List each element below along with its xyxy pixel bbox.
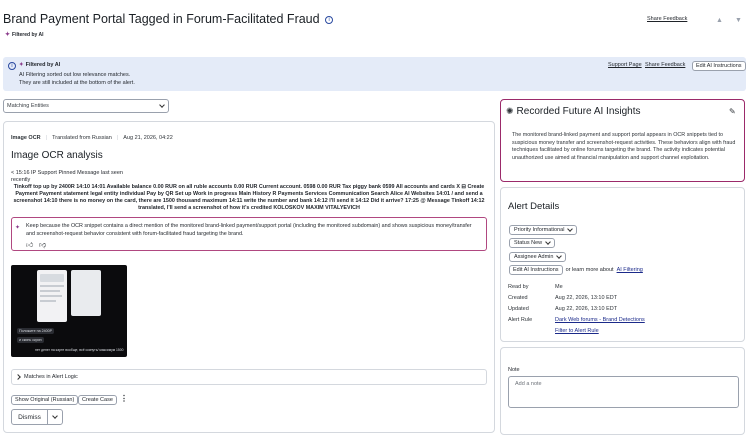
- ocr-title: Image OCR analysis: [11, 150, 103, 161]
- matches-alert-logic[interactable]: Matches in Alert Logic: [11, 369, 487, 385]
- ai-insights-title: Recorded Future AI Insights: [516, 106, 641, 117]
- note-input[interactable]: Add a note: [508, 376, 739, 408]
- ai-insights-header: ✺ Recorded Future AI Insights: [506, 106, 641, 117]
- status-dropdown[interactable]: Status New: [509, 238, 556, 248]
- matching-entities-select[interactable]: Matching Entities: [3, 99, 169, 113]
- info-circle-icon: i: [8, 62, 16, 70]
- keep-reason-box: ✦ Keep because the OCR snippet contains …: [11, 217, 487, 251]
- edit-ai-instructions-button[interactable]: Edit AI Instructions: [692, 61, 746, 71]
- matches-alert-logic-label: Matches in Alert Logic: [24, 374, 78, 380]
- chevron-right-icon: [15, 374, 21, 380]
- ocr-bold-text: Tinkoff top up by 2400R 14:10 14:01 Avai…: [13, 184, 485, 211]
- thumbs-down-icon[interactable]: 👎︎: [39, 240, 46, 249]
- phone-card: [40, 274, 64, 282]
- phone-rows: [40, 285, 64, 287]
- ai-filtering-link[interactable]: AI Filtering: [617, 267, 643, 273]
- sparkle-icon: ✦: [15, 225, 21, 231]
- note-placeholder: Add a note: [515, 381, 542, 387]
- banner-share-feedback-label[interactable]: Share Feedback: [645, 62, 685, 68]
- alert-rule-label: Alert Rule: [508, 317, 533, 323]
- matching-entities-placeholder: Matching Entities: [7, 103, 49, 109]
- updated-value: Aug 22, 2026, 13:10 EDT: [555, 306, 618, 312]
- ai-filter-banner: i ✦ Filtered by AI AI Filtering sorted o…: [3, 57, 746, 91]
- chevron-down-icon: [52, 413, 58, 419]
- ocr-meta-row: Image OCR | Translated from Russian | Au…: [11, 135, 173, 141]
- banner-line-1: AI Filtering sorted out low relevance ma…: [19, 72, 131, 78]
- up-arrow-icon[interactable]: ▲: [716, 17, 723, 24]
- filtered-by-ai-label: Filtered by AI: [12, 31, 44, 38]
- support-page-link[interactable]: Support Page: [608, 62, 642, 68]
- phone-screen: [37, 270, 67, 322]
- learn-more-text: or learn more about: [565, 267, 614, 273]
- phone-rows: [40, 290, 60, 292]
- more-options-icon[interactable]: ⋮: [120, 394, 128, 404]
- chevron-down-icon: [556, 253, 563, 259]
- ocr-date: Aug 21, 2026, 04:22: [123, 135, 173, 141]
- thumbs-up-icon[interactable]: 👍︎: [26, 240, 33, 249]
- banner-line-2: They are still included at the bottom of…: [19, 80, 135, 86]
- phone-rows: [40, 300, 56, 302]
- page-title-text: Brand Payment Portal Tagged in Forum-Fac…: [3, 12, 320, 26]
- banner-share-feedback-link[interactable]: Share Feedback: [645, 62, 685, 68]
- share-feedback-link[interactable]: Share Feedback: [647, 16, 687, 22]
- dismiss-menu-button[interactable]: [48, 410, 62, 424]
- assignee-dropdown[interactable]: Assignee Admin: [509, 252, 567, 262]
- banner-title-text: Filtered by AI: [25, 62, 61, 68]
- priority-label: Priority Informational: [514, 227, 565, 233]
- updated-label: Updated: [508, 306, 529, 312]
- note-title: Note: [508, 367, 520, 373]
- alert-edit-ai-button[interactable]: Edit AI Instructions: [509, 265, 563, 275]
- phone-rows: [40, 295, 62, 297]
- assignee-label: Assignee Admin: [514, 254, 554, 260]
- priority-dropdown[interactable]: Priority Informational: [509, 225, 578, 235]
- info-icon[interactable]: i: [325, 15, 334, 24]
- banner-title: ✦ Filtered by AI: [19, 62, 60, 68]
- phone-screen-2: [71, 270, 101, 316]
- ocr-tag: Image OCR: [11, 135, 41, 141]
- rf-logo-icon: ✺: [506, 106, 514, 116]
- alert-details-title: Alert Details: [508, 201, 560, 212]
- read-by-value: Me: [555, 284, 563, 290]
- dismiss-button[interactable]: Dismiss: [12, 410, 48, 424]
- filter-to-alert-rule-link[interactable]: Filter to Alert Rule: [555, 328, 599, 334]
- ocr-line-2: recently: [11, 177, 31, 183]
- ocr-line-1: < 15:16 IP Support Pinned Message last s…: [11, 170, 123, 176]
- chevron-down-icon: [545, 239, 551, 245]
- created-label: Created: [508, 295, 528, 301]
- page-title: Brand Payment Portal Tagged in Forum-Fac…: [3, 12, 334, 26]
- create-case-button[interactable]: Create Case: [78, 395, 117, 405]
- share-feedback-label[interactable]: Share Feedback: [647, 16, 687, 22]
- read-by-label: Read by: [508, 284, 529, 290]
- chevron-down-icon: [159, 102, 165, 108]
- show-original-button[interactable]: Show Original (Russian): [11, 395, 79, 405]
- pin-icon[interactable]: ✎: [729, 107, 736, 116]
- chat-bubble: Положите на 2400Р: [17, 328, 54, 334]
- dismiss-split-button[interactable]: Dismiss: [11, 409, 63, 425]
- down-arrow-icon[interactable]: ▼: [735, 17, 742, 24]
- alert-rule-link[interactable]: Dark Web forums - Brand Detections: [555, 317, 645, 323]
- sparkle-icon: ✦: [5, 32, 11, 38]
- status-label: Status New: [514, 240, 543, 246]
- sparkle-icon: ✦: [19, 62, 24, 68]
- chevron-down-icon: [567, 226, 574, 232]
- ai-insights-card: ✺ Recorded Future AI Insights ✎ The moni…: [500, 99, 745, 182]
- support-page-label[interactable]: Support Page: [608, 62, 642, 68]
- alert-ai-row: Edit AI Instructions or learn more about…: [509, 265, 643, 275]
- created-value: Aug 22, 2026, 13:10 EDT: [555, 295, 618, 301]
- ai-insights-body: The monitored brand-linked payment and s…: [512, 132, 736, 161]
- ocr-screenshot-image[interactable]: Положите на 2400Р и скинь скрин нет дене…: [11, 265, 127, 357]
- keep-reason-text: Keep because the OCR snippet contains a …: [26, 223, 472, 237]
- translated-label: Translated from Russian: [52, 135, 112, 141]
- filtered-by-ai-tag: ✦ Filtered by AI: [5, 31, 44, 39]
- chat-bubble: нет денег на карте вообще, всё скинуть/ …: [35, 348, 124, 352]
- chat-bubble: и скинь скрин: [17, 337, 44, 343]
